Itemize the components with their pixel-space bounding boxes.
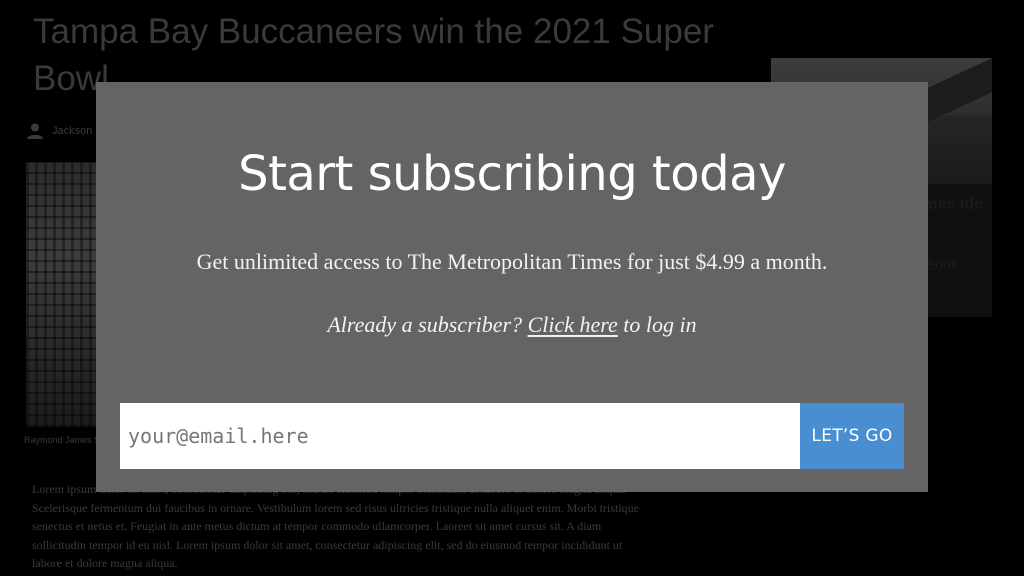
article-body: Lorem ipsum dolor sit amet, consectetur … xyxy=(32,482,639,570)
author-name[interactable]: Jackson xyxy=(52,125,92,137)
modal-subtitle: Get unlimited access to The Metropolitan… xyxy=(196,249,828,274)
login-suffix: to log in xyxy=(617,312,697,337)
email-input[interactable] xyxy=(120,403,800,469)
related-story-meta: 500k xyxy=(927,257,958,273)
login-link[interactable]: Click here xyxy=(528,312,618,337)
signup-form: LET’S GO xyxy=(120,403,904,469)
login-prompt: Already a subscriber? Click here to log … xyxy=(96,310,928,340)
modal-title: Start subscribing today xyxy=(238,146,786,202)
article-photo xyxy=(26,162,96,427)
login-prefix: Already a subscriber? xyxy=(327,312,528,337)
photo-caption: Raymond James Stadium and Border Protect… xyxy=(24,435,99,445)
subscribe-modal: Start subscribing today Get unlimited ac… xyxy=(96,82,928,492)
lets-go-button[interactable]: LET’S GO xyxy=(800,403,904,469)
user-icon xyxy=(27,123,43,139)
article-byline: Jackson xyxy=(26,122,92,140)
